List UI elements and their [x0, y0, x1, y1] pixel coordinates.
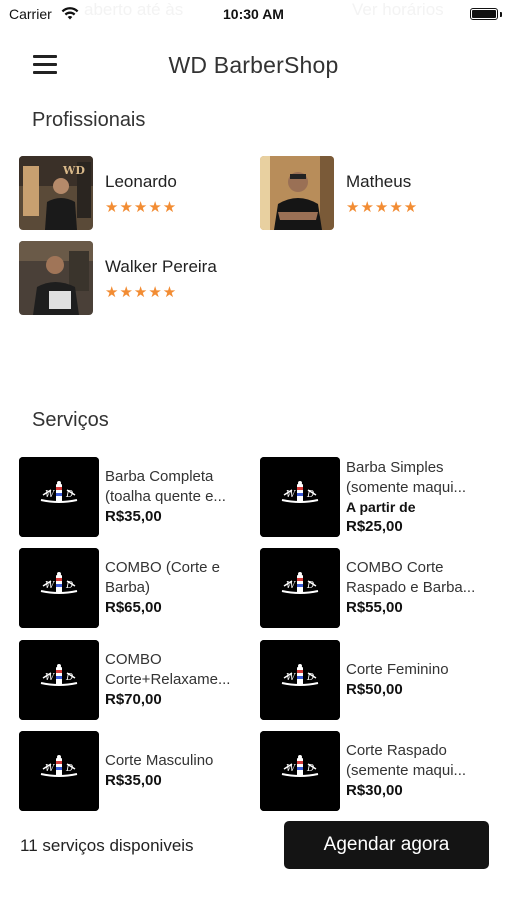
professional-photo: [19, 241, 93, 315]
service-info: Corte Masculino R$35,00: [105, 731, 253, 811]
svg-text:W: W: [45, 581, 55, 591]
professional-name: Walker Pereira: [105, 257, 217, 276]
service-name: COMBO (Corte e Barba): [105, 559, 221, 596]
svg-text:W: W: [286, 581, 296, 591]
barbershop-logo-icon: W D: [260, 731, 340, 811]
clock: 10:30 AM: [223, 6, 284, 22]
service-name: Corte Feminino: [346, 661, 449, 678]
status-bar: aberto até às Ver horários Carrier 10:30…: [0, 0, 507, 28]
service-info: COMBO Corte+Relaxame... R$70,00: [105, 640, 253, 720]
service-card[interactable]: W D COMBO Corte Raspado e Barba... R$55,0…: [260, 548, 496, 628]
service-logo: W D: [260, 640, 340, 720]
service-info: Barba Simples (somente maqui... A partir …: [346, 457, 494, 537]
battery-tip: [500, 12, 502, 17]
service-card[interactable]: W D COMBO Corte+Relaxame... R$70,00: [19, 640, 255, 720]
svg-text:W: W: [286, 673, 296, 683]
service-card[interactable]: W D Corte Feminino R$50,00: [260, 640, 496, 720]
service-logo: W D: [260, 731, 340, 811]
barbershop-logo-icon: W D: [19, 548, 99, 628]
svg-text:D: D: [306, 490, 314, 500]
svg-text:D: D: [65, 764, 73, 774]
svg-text:WD: WD: [62, 164, 85, 177]
service-card[interactable]: W D COMBO (Corte e Barba) R$65,00: [19, 548, 255, 628]
svg-text:W: W: [286, 764, 296, 774]
barbershop-logo-icon: W D: [19, 457, 99, 537]
service-name: Corte Masculino: [105, 752, 214, 769]
service-card[interactable]: W D Barba Completa (toalha quente e... R$…: [19, 457, 255, 537]
service-logo: W D: [19, 548, 99, 628]
rating-stars: ★★★★★: [105, 199, 178, 216]
svg-text:W: W: [45, 764, 55, 774]
service-price: R$50,00: [346, 681, 403, 698]
service-logo: W D: [19, 731, 99, 811]
service-card[interactable]: W D Corte Masculino R$35,00: [19, 731, 255, 811]
service-price-prefix: A partir de: [346, 498, 416, 515]
service-logo: W D: [260, 548, 340, 628]
service-price: R$25,00: [346, 517, 403, 535]
svg-text:W: W: [45, 490, 55, 500]
professional-card-matheus[interactable]: Matheus ★★★★★: [260, 156, 490, 232]
service-logo: W D: [19, 640, 99, 720]
service-name: COMBO Corte+Relaxame...: [105, 651, 231, 688]
service-price: R$35,00: [105, 772, 162, 789]
service-logo: W D: [19, 457, 99, 537]
barbershop-logo-icon: W D: [19, 731, 99, 811]
services-title: Serviços: [32, 409, 109, 431]
svg-text:D: D: [65, 581, 73, 591]
service-price: R$30,00: [346, 782, 403, 799]
svg-text:D: D: [65, 490, 73, 500]
service-name: Barba Completa (toalha quente e...: [105, 468, 226, 505]
barbershop-logo-icon: W D: [260, 457, 340, 537]
service-card[interactable]: W D Corte Raspado (semente maqui... R$30,…: [260, 731, 496, 811]
service-price: R$65,00: [105, 599, 162, 616]
barbershop-logo-icon: W D: [19, 640, 99, 720]
battery-icon: [470, 8, 498, 20]
svg-text:D: D: [65, 673, 73, 683]
professional-name: Matheus: [346, 172, 412, 191]
rating-stars: ★★★★★: [105, 284, 178, 301]
service-price: R$55,00: [346, 599, 403, 616]
services-count: 11 serviços disponiveis: [20, 836, 194, 855]
service-name: Corte Raspado (semente maqui...: [346, 742, 467, 779]
professional-card-leonardo[interactable]: WD Leonardo ★★★★★: [19, 156, 249, 232]
professional-name: Leonardo: [105, 172, 177, 191]
service-logo: W D: [260, 457, 340, 537]
professional-photo: WD: [19, 156, 93, 230]
service-info: Corte Raspado (semente maqui... R$30,00: [346, 731, 494, 811]
service-info: Corte Feminino R$50,00: [346, 640, 494, 720]
service-price: R$35,00: [105, 508, 162, 525]
svg-text:D: D: [306, 673, 314, 683]
svg-text:W: W: [286, 490, 296, 500]
rating-stars: ★★★★★: [346, 199, 419, 216]
service-name: COMBO Corte Raspado e Barba...: [346, 559, 476, 596]
svg-text:W: W: [45, 673, 55, 683]
professional-photo: [260, 156, 334, 230]
service-info: COMBO Corte Raspado e Barba... R$55,00: [346, 548, 494, 628]
barbershop-logo-icon: W D: [260, 640, 340, 720]
svg-text:D: D: [306, 764, 314, 774]
service-card[interactable]: W D Barba Simples (somente maqui... A par…: [260, 457, 496, 537]
service-info: COMBO (Corte e Barba) R$65,00: [105, 548, 253, 628]
professionals-title: Profissionais: [32, 109, 146, 131]
svg-text:D: D: [306, 581, 314, 591]
professional-card-walker-pereira[interactable]: Walker Pereira ★★★★★: [19, 241, 249, 317]
service-info: Barba Completa (toalha quente e... R$35,0…: [105, 457, 253, 537]
schedule-now-button[interactable]: Agendar agora: [284, 821, 489, 869]
app-title: WD BarberShop: [168, 52, 339, 78]
service-price: R$70,00: [105, 691, 162, 708]
barbershop-logo-icon: W D: [260, 548, 340, 628]
service-name: Barba Simples (somente maqui...: [346, 458, 467, 496]
